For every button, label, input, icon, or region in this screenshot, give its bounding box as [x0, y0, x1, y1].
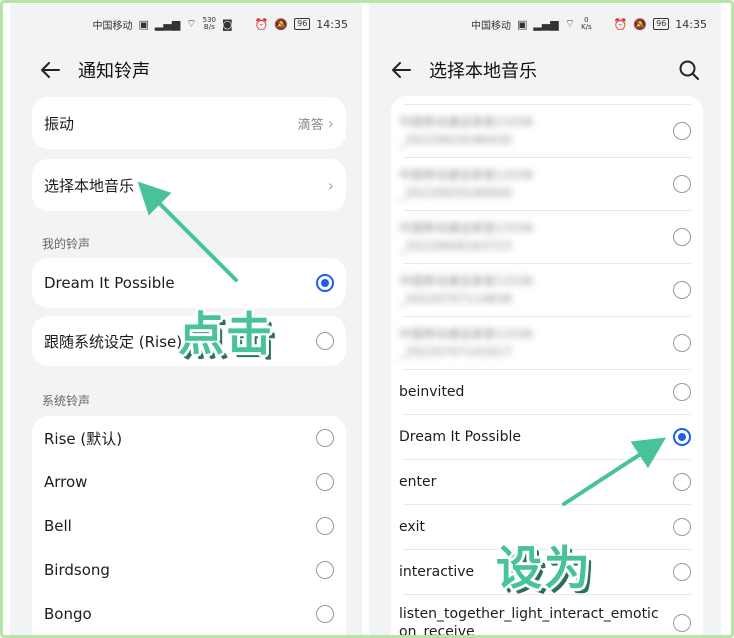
vibration-card[interactable]: 振动 滴答 › — [32, 97, 346, 149]
back-button[interactable] — [381, 50, 421, 90]
status-bar: 中国移动 ▣ ▂▄▆ ⌔ 530 B/s ◙ ⏰ 🔕 96 14:35 — [93, 14, 349, 34]
clock: 14:35 — [675, 17, 707, 31]
vibration-row[interactable]: 振动 滴答 › — [32, 97, 346, 149]
blurred-filename: 中国移动通话录音13336 _20220707141617 — [399, 327, 534, 359]
music-item[interactable]: beinvited — [391, 370, 703, 414]
music-label: beinvited — [399, 384, 465, 400]
music-item[interactable]: 中国移动通话录音13336 _20220707141617 — [391, 317, 703, 369]
ringtone-row[interactable]: Rise (默认) — [32, 416, 346, 460]
ringtone-label: Rise (默认) — [44, 429, 123, 448]
radio-unselected[interactable] — [673, 563, 691, 581]
chevron-right-icon: › — [327, 113, 334, 133]
ringtone-row[interactable]: Birdsong — [32, 548, 346, 592]
blurred-filename: 中国移动通话录音13336 _20220929180430 — [399, 115, 534, 147]
music-item[interactable]: listen_together_light_interact_emoticon_… — [391, 595, 703, 636]
mute-icon: 🔕 — [633, 17, 648, 31]
alarm-icon: ⏰ — [254, 17, 269, 31]
radio-unselected[interactable] — [673, 228, 691, 246]
page-title: 通知铃声 — [78, 61, 150, 82]
music-item[interactable]: 中国移动通话录音13336 _20220606163723 — [391, 211, 703, 263]
back-arrow-icon — [41, 62, 60, 78]
signal-icon: ▂▄▆ — [533, 17, 559, 31]
radio-unselected[interactable] — [316, 517, 334, 535]
ringtone-row[interactable]: Bongo — [32, 592, 346, 636]
radio-unselected[interactable] — [316, 429, 334, 447]
radio-unselected[interactable] — [316, 561, 334, 579]
ringtone-row[interactable]: Arrow — [32, 460, 346, 504]
blurred-filename: 中国移动通话录音13336 _20220606163723 — [399, 221, 534, 253]
ringtone-label: Bongo — [44, 605, 92, 623]
ringtone-label: Arrow — [44, 473, 88, 491]
tap-annotation: 点击 — [178, 307, 274, 361]
hd-icon: ▣ — [516, 17, 528, 31]
radio-unselected[interactable] — [316, 332, 334, 350]
radio-unselected[interactable] — [673, 175, 691, 193]
ringtone-label: Dream It Possible — [44, 274, 175, 292]
signal-icon: ▂▄▆ — [154, 17, 181, 31]
carrier-label: 中国移动 — [92, 20, 133, 32]
network-speed: 530 B/s — [202, 16, 217, 31]
radio-unselected[interactable] — [316, 605, 334, 623]
radio-unselected[interactable] — [673, 281, 691, 299]
music-item[interactable]: 中国移动通话录音13336 _20220929180430 — [391, 105, 703, 157]
hd-icon: ▣ — [138, 17, 149, 31]
music-item[interactable]: Dream It Possible — [391, 415, 703, 459]
header: 选择本地音乐 — [369, 50, 721, 90]
radio-unselected[interactable] — [673, 473, 691, 491]
music-item[interactable]: 中国移动通话录音13336 _20220929180600 — [391, 158, 703, 210]
blurred-filename: 中国移动通话录音13336 _20220929180600 — [399, 168, 534, 200]
battery-icon: 96 — [294, 18, 311, 30]
local-music-label: 选择本地音乐 — [44, 176, 135, 195]
blurred-filename: 中国移动通话录音13336 _20220707114838 — [399, 274, 534, 306]
radio-selected[interactable] — [316, 274, 334, 292]
set-annotation: 设为 — [496, 541, 592, 595]
radio-selected[interactable] — [673, 428, 691, 446]
search-icon — [679, 60, 699, 80]
radio-unselected[interactable] — [673, 122, 691, 140]
battery-icon: 96 — [653, 18, 670, 30]
vibration-label: 振动 — [44, 114, 75, 133]
status-bar: 中国移动 ▣ ▂▄▆ ⌔ 0 K/s ⏰ 🔕 96 14:35 — [471, 14, 707, 34]
radio-unselected[interactable] — [316, 473, 334, 491]
mute-icon: 🔕 — [274, 17, 289, 31]
nfc-icon: ◙ — [222, 17, 233, 31]
ringtone-label: Birdsong — [44, 561, 110, 579]
header: 通知铃声 — [10, 50, 362, 90]
back-arrow-icon — [392, 62, 411, 78]
clock: 14:35 — [316, 17, 348, 31]
my-ringtones-title: 我的铃声 — [42, 237, 91, 251]
radio-unselected[interactable] — [673, 334, 691, 352]
music-item[interactable]: enter — [391, 460, 703, 504]
music-item[interactable]: 中国移动通话录音13336 _20220707114838 — [391, 264, 703, 316]
wifi-icon: ⌔ — [564, 17, 576, 30]
music-label: enter — [399, 474, 437, 490]
ringtone-label: Bell — [44, 517, 72, 535]
system-ringtones-card: Rise (默认) Arrow Bell Birdsong Bongo — [32, 416, 346, 636]
radio-unselected[interactable] — [673, 614, 691, 632]
back-button[interactable] — [30, 50, 70, 90]
alarm-icon: ⏰ — [613, 17, 628, 31]
ringtone-row[interactable]: Bell — [32, 504, 346, 548]
search-button[interactable] — [669, 50, 709, 90]
chevron-right-icon: › — [327, 175, 334, 195]
wifi-icon: ⌔ — [186, 17, 197, 30]
vibration-value: 滴答 — [297, 117, 324, 133]
system-ringtones-title: 系统铃声 — [42, 394, 91, 408]
radio-unselected[interactable] — [673, 518, 691, 536]
local-music-card[interactable]: 选择本地音乐 › — [32, 159, 346, 211]
local-music-row[interactable]: 选择本地音乐 › — [32, 159, 346, 211]
carrier-label: 中国移动 — [470, 20, 511, 32]
music-label: Dream It Possible — [399, 429, 521, 445]
radio-unselected[interactable] — [673, 383, 691, 401]
network-speed: 0 K/s — [581, 16, 592, 31]
music-label: listen_together_light_interact_emoticon_… — [399, 606, 659, 636]
page-title: 选择本地音乐 — [429, 61, 537, 82]
